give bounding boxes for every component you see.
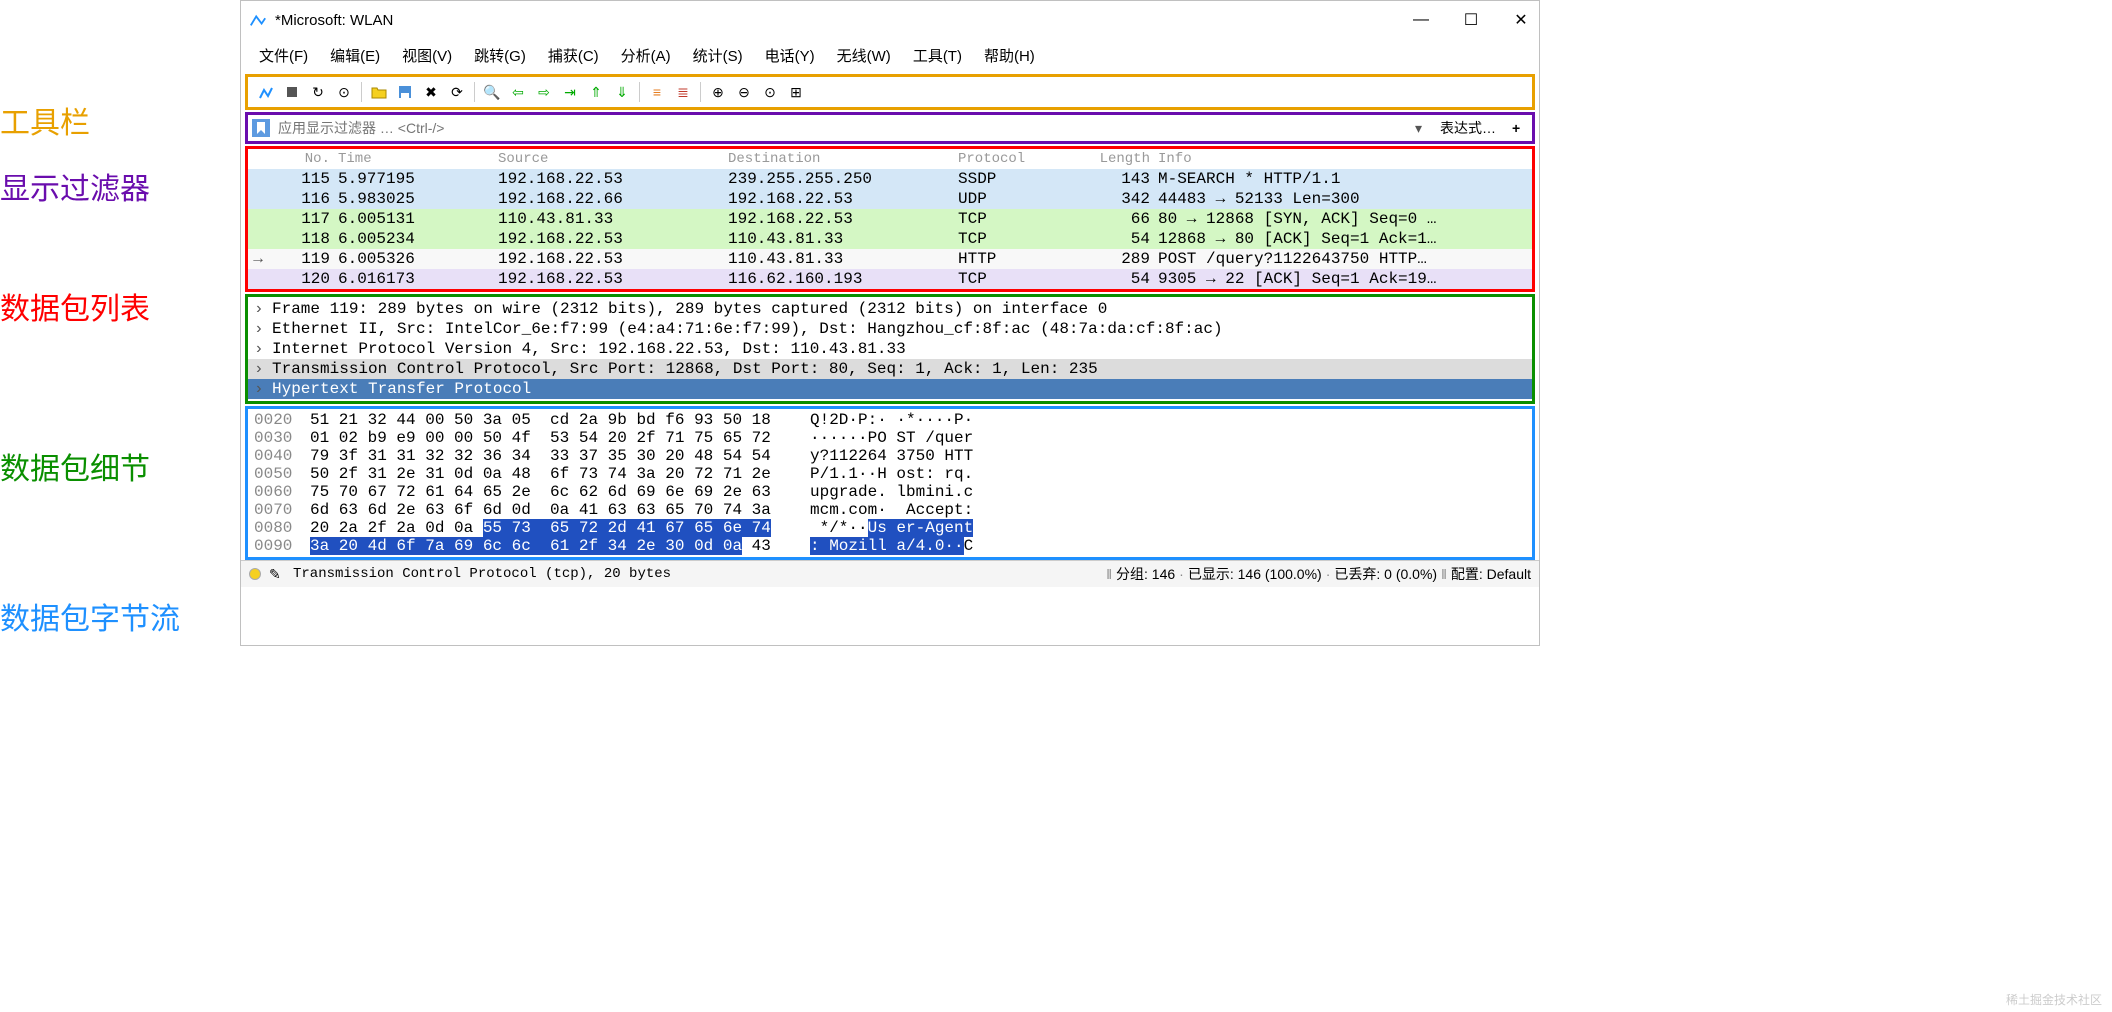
- packet-row[interactable]: 1165.983025192.168.22.66192.168.22.53UDP…: [248, 189, 1532, 209]
- find-icon[interactable]: 🔍: [480, 80, 504, 104]
- minimize-button[interactable]: —: [1411, 10, 1431, 30]
- col-destination[interactable]: Destination: [728, 151, 958, 167]
- menu-stats[interactable]: 统计(S): [683, 43, 753, 68]
- packet-list-header: No. Time Source Destination Protocol Len…: [248, 149, 1532, 169]
- detail-ethernet[interactable]: ›Ethernet II, Src: IntelCor_6e:f7:99 (e4…: [248, 319, 1532, 339]
- zoom-reset-icon[interactable]: ⊙: [758, 80, 782, 104]
- col-source[interactable]: Source: [498, 151, 728, 167]
- packet-row[interactable]: 1176.005131110.43.81.33192.168.22.53TCP6…: [248, 209, 1532, 229]
- app-icon: [249, 11, 267, 29]
- zoom-out-icon[interactable]: ⊖: [732, 80, 756, 104]
- label-bytes: 数据包字节流: [0, 586, 240, 646]
- menu-wireless[interactable]: 无线(W): [827, 43, 901, 68]
- col-info[interactable]: Info: [1158, 151, 1532, 167]
- byte-row[interactable]: 003001 02 b9 e9 00 00 50 4f 53 54 20 2f …: [248, 429, 1532, 447]
- menu-analyze[interactable]: 分析(A): [611, 43, 681, 68]
- byte-row[interactable]: 006075 70 67 72 61 64 65 2e 6c 62 6d 69 …: [248, 483, 1532, 501]
- status-groups: 分组: 146: [1116, 564, 1175, 584]
- menu-capture[interactable]: 捕获(C): [538, 43, 609, 68]
- menu-go[interactable]: 跳转(G): [464, 43, 536, 68]
- filter-input[interactable]: [274, 118, 1405, 138]
- goto-icon[interactable]: ⇥: [558, 80, 582, 104]
- packet-row[interactable]: 1186.005234192.168.22.53110.43.81.33TCP5…: [248, 229, 1532, 249]
- open-icon[interactable]: [367, 80, 391, 104]
- filter-add-button[interactable]: +: [1508, 120, 1528, 136]
- menu-help[interactable]: 帮助(H): [974, 43, 1045, 68]
- next-icon[interactable]: ⇨: [532, 80, 556, 104]
- byte-row[interactable]: 008020 2a 2f 2a 0d 0a 55 73 65 72 2d 41 …: [248, 519, 1532, 537]
- close-file-icon[interactable]: ✖: [419, 80, 443, 104]
- maximize-button[interactable]: ☐: [1461, 10, 1481, 30]
- status-bar: ✎ Transmission Control Protocol (tcp), 2…: [241, 560, 1539, 587]
- first-icon[interactable]: ⇑: [584, 80, 608, 104]
- detail-frame[interactable]: ›Frame 119: 289 bytes on wire (2312 bits…: [248, 299, 1532, 319]
- packet-bytes-pane[interactable]: 002051 21 32 44 00 50 3a 05 cd 2a 9b bd …: [245, 406, 1535, 560]
- filter-expression-button[interactable]: 表达式…: [1432, 118, 1504, 138]
- menu-view[interactable]: 视图(V): [392, 43, 462, 68]
- watermark: 稀土掘金技术社区: [2006, 991, 2102, 1008]
- start-capture-icon[interactable]: [254, 80, 278, 104]
- label-details: 数据包细节: [0, 436, 240, 496]
- edit-icon[interactable]: ✎: [269, 566, 285, 583]
- toolbar: ↻ ⊙ ✖ ⟳ 🔍 ⇦ ⇨ ⇥ ⇑ ⇓ ≡ ≣ ⊕ ⊖ ⊙ ⊞: [245, 74, 1535, 110]
- byte-row[interactable]: 004079 3f 31 31 32 32 36 34 33 37 35 30 …: [248, 447, 1532, 465]
- filter-dropdown-icon[interactable]: ▾: [1409, 120, 1428, 137]
- close-button[interactable]: ✕: [1511, 10, 1531, 30]
- window-title: *Microsoft: WLAN: [275, 12, 1411, 29]
- status-dropped: 已丢弃: 0 (0.0%): [1334, 564, 1437, 584]
- stop-capture-icon[interactable]: [280, 80, 304, 104]
- packet-details-pane[interactable]: ›Frame 119: 289 bytes on wire (2312 bits…: [245, 294, 1535, 404]
- byte-row[interactable]: 00706d 63 6d 2e 63 6f 6d 0d 0a 41 63 63 …: [248, 501, 1532, 519]
- label-toolbar: 工具栏: [0, 90, 240, 150]
- label-filter: 显示过滤器: [0, 156, 240, 216]
- byte-row[interactable]: 00903a 20 4d 6f 7a 69 6c 6c 61 2f 34 2e …: [248, 537, 1532, 555]
- save-icon[interactable]: [393, 80, 417, 104]
- col-no[interactable]: No.: [268, 151, 338, 167]
- restart-capture-icon[interactable]: ↻: [306, 80, 330, 104]
- detail-tcp[interactable]: ›Transmission Control Protocol, Src Port…: [248, 359, 1532, 379]
- menu-telephony[interactable]: 电话(Y): [755, 43, 825, 68]
- status-selection: Transmission Control Protocol (tcp), 20 …: [293, 566, 671, 582]
- last-icon[interactable]: ⇓: [610, 80, 634, 104]
- byte-row[interactable]: 005050 2f 31 2e 31 0d 0a 48 6f 73 74 3a …: [248, 465, 1532, 483]
- zoom-in-icon[interactable]: ⊕: [706, 80, 730, 104]
- packet-list-pane[interactable]: No. Time Source Destination Protocol Len…: [245, 146, 1535, 292]
- detail-http[interactable]: ›Hypertext Transfer Protocol: [248, 379, 1532, 399]
- status-shown: 已显示: 146 (100.0%): [1188, 564, 1322, 584]
- bookmark-icon[interactable]: [252, 119, 270, 137]
- status-profile: 配置: Default: [1451, 564, 1531, 584]
- colorize-icon[interactable]: ≣: [671, 80, 695, 104]
- menubar: 文件(F) 编辑(E) 视图(V) 跳转(G) 捕获(C) 分析(A) 统计(S…: [241, 39, 1539, 72]
- reload-icon[interactable]: ⟳: [445, 80, 469, 104]
- byte-row[interactable]: 002051 21 32 44 00 50 3a 05 cd 2a 9b bd …: [248, 411, 1532, 429]
- expert-info-icon[interactable]: [249, 568, 261, 580]
- menu-edit[interactable]: 编辑(E): [320, 43, 390, 68]
- menu-file[interactable]: 文件(F): [249, 43, 318, 68]
- packet-row[interactable]: →1196.005326192.168.22.53110.43.81.33HTT…: [248, 249, 1532, 269]
- options-icon[interactable]: ⊙: [332, 80, 356, 104]
- menu-tools[interactable]: 工具(T): [903, 43, 972, 68]
- col-protocol[interactable]: Protocol: [958, 151, 1088, 167]
- display-filter-bar: ▾ 表达式… +: [245, 112, 1535, 144]
- autoscroll-icon[interactable]: ≡: [645, 80, 669, 104]
- label-packetlist: 数据包列表: [0, 276, 240, 336]
- wireshark-window: *Microsoft: WLAN — ☐ ✕ 文件(F) 编辑(E) 视图(V)…: [240, 0, 1540, 646]
- prev-icon[interactable]: ⇦: [506, 80, 530, 104]
- col-time[interactable]: Time: [338, 151, 498, 167]
- detail-ip[interactable]: ›Internet Protocol Version 4, Src: 192.1…: [248, 339, 1532, 359]
- packet-row[interactable]: 1206.016173192.168.22.53116.62.160.193TC…: [248, 269, 1532, 289]
- annotation-labels: 工具栏 显示过滤器 数据包列表 数据包细节 数据包字节流: [0, 0, 240, 646]
- packet-row[interactable]: 1155.977195192.168.22.53239.255.255.250S…: [248, 169, 1532, 189]
- col-length[interactable]: Length: [1088, 151, 1158, 167]
- resize-columns-icon[interactable]: ⊞: [784, 80, 808, 104]
- titlebar: *Microsoft: WLAN — ☐ ✕: [241, 1, 1539, 39]
